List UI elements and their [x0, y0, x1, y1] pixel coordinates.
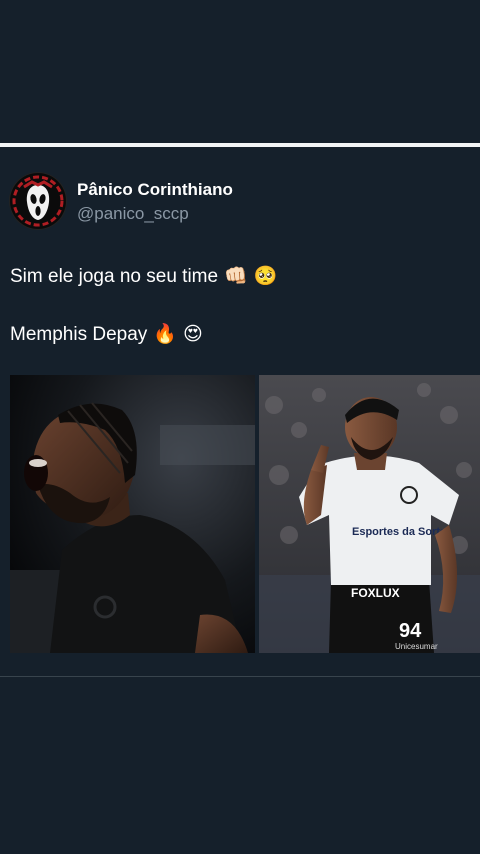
top-divider: [0, 143, 480, 147]
fist-pleading-emoji: 👊🏻 🥺: [224, 265, 278, 287]
player-roar-image: [10, 375, 255, 653]
tweet-text-line-2: Memphis Depay 🔥 😍: [10, 322, 203, 346]
player-roar-photo[interactable]: [10, 375, 255, 653]
shorts-brand: Unicesumar: [395, 642, 438, 651]
shirt-sponsor: Esportes da Sorte: [352, 526, 446, 538]
player-celebration-image: 94 Unicesumar Esportes da Sorte FOXLUX: [259, 375, 480, 653]
tweet-header: Pânico Corinthiano @panico_sccp: [10, 173, 470, 229]
bottom-divider: [0, 676, 480, 677]
tweet-text: Memphis Depay: [10, 324, 148, 345]
tweet-text: Sim ele joga no seu time: [10, 266, 219, 287]
shorts-sponsor: FOXLUX: [351, 586, 400, 600]
avatar[interactable]: [10, 173, 66, 229]
ghostface-icon: [11, 174, 65, 228]
fire-heart-eyes-emoji: 🔥 😍: [153, 323, 203, 345]
shirt-number: 94: [399, 620, 422, 642]
tweet-media[interactable]: 94 Unicesumar Esportes da Sorte FOXLUX: [10, 375, 480, 653]
player-celebration-photo[interactable]: 94 Unicesumar Esportes da Sorte FOXLUX: [259, 375, 480, 653]
tweet-text-line-1: Sim ele joga no seu time 👊🏻 🥺: [10, 264, 277, 288]
author-name[interactable]: Pânico Corinthiano: [77, 180, 233, 200]
author-handle[interactable]: @panico_sccp: [77, 204, 189, 224]
